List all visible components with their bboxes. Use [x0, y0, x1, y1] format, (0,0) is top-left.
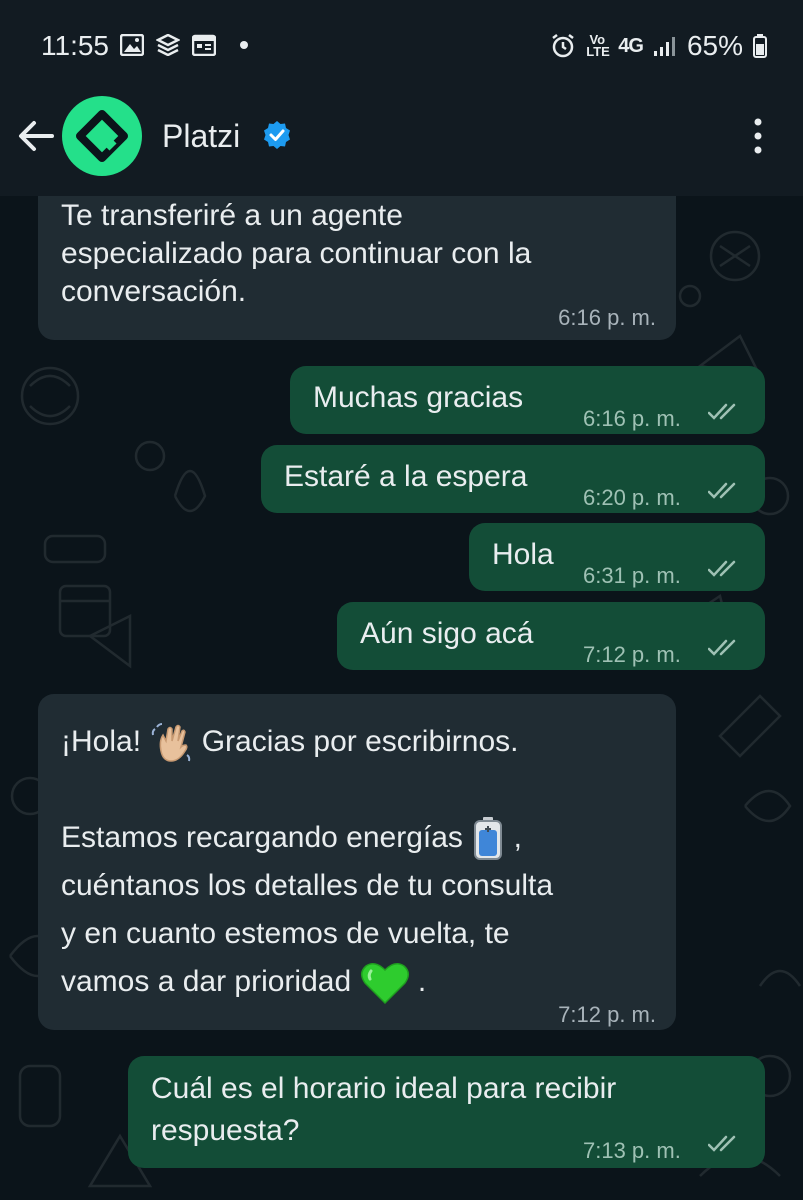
signal-icon [653, 37, 675, 56]
message-time: 6:16 p. m. [558, 305, 656, 330]
green-heart-emoji-icon [360, 963, 409, 1005]
status-notification-icons [120, 34, 248, 56]
read-receipt-icon [708, 403, 736, 420]
message-fragment: . [417, 965, 427, 999]
message-line: y en cuanto estemos de vuelta, te [61, 917, 510, 951]
read-receipt-icon [708, 482, 736, 499]
message-time: 6:31 p. m. [583, 563, 681, 588]
message-time: 6:20 p. m. [583, 485, 681, 510]
message-text: Hola [492, 538, 554, 571]
message-time: 7:12 p. m. [558, 1002, 656, 1027]
message-text: Muchas gracias [313, 381, 524, 414]
message-fragment: vamos a dar prioridad [61, 965, 352, 999]
battery-emoji-icon [474, 817, 503, 861]
status-bar: 11:55 Vo LTE 4G 65% [0, 0, 803, 96]
read-receipt-icon [708, 560, 736, 577]
more-options-icon[interactable] [753, 118, 763, 154]
message-fragment: Gracias por escribirnos. [201, 725, 519, 758]
volte-indicator: Vo LTE [586, 32, 610, 59]
message-line: ¡Hola! Gracias por escribirnos. [61, 718, 671, 766]
status-time: 11:55 [41, 30, 109, 61]
waving-hand-emoji-icon [152, 723, 191, 762]
message-outgoing[interactable]: Hola 6:31 p. m. [469, 523, 765, 591]
gallery-icon [120, 34, 144, 56]
message-outgoing[interactable]: Estaré a la espera 6:20 p. m. [261, 445, 765, 513]
alarm-icon [552, 34, 575, 58]
message-time: 7:13 p. m. [583, 1138, 681, 1163]
platzi-logo-icon [76, 110, 128, 162]
network-type-indicator: 4G [618, 34, 644, 57]
message-time: 7:12 p. m. [583, 642, 681, 667]
message-incoming[interactable]: Te transferiré a un agente especializado… [38, 196, 676, 340]
message-fragment: , [513, 821, 522, 854]
message-outgoing[interactable]: Muchas gracias 6:16 p. m. [290, 366, 765, 434]
message-text: Te transferiré a un agente especializado… [61, 197, 661, 311]
message-line: Cuál es el horario ideal para recibir [151, 1072, 617, 1105]
message-text: ¡Hola! Gracias por escribirnos. Estamos … [61, 718, 671, 1006]
status-system-icons: Vo LTE 4G 65% [550, 30, 767, 62]
message-line: especializado para continuar con la [61, 237, 532, 270]
calendar-icon [192, 34, 216, 56]
contact-name[interactable]: Platzi [162, 118, 240, 155]
message-text: Aún sigo acá [360, 617, 534, 650]
chat-area[interactable]: Te transferiré a un agente especializado… [0, 196, 803, 1200]
back-arrow-icon[interactable] [16, 116, 56, 156]
read-receipt-icon [708, 639, 736, 656]
stack-icon [156, 34, 180, 56]
message-outgoing[interactable]: Cuál es el horario ideal para recibir re… [128, 1056, 765, 1168]
chat-header: Platzi [0, 96, 803, 196]
more-notifications-dot [240, 41, 248, 49]
message-line: cuéntanos los detalles de tu consulta [61, 869, 553, 903]
message-fragment: ¡Hola! [61, 725, 142, 758]
battery-percent: 65% [686, 30, 743, 61]
message-fragment: Estamos recargando energías [61, 821, 463, 854]
message-line: Te transferiré a un agente [61, 199, 403, 232]
message-outgoing[interactable]: Aún sigo acá 7:12 p. m. [337, 602, 765, 670]
contact-avatar[interactable] [62, 96, 142, 176]
message-incoming[interactable]: ¡Hola! Gracias por escribirnos. Estamos … [38, 694, 676, 1030]
read-receipt-icon [708, 1135, 736, 1152]
battery-icon [753, 34, 767, 58]
message-line: Estamos recargando energías , [61, 814, 671, 862]
message-time: 6:16 p. m. [583, 406, 681, 431]
message-text: Estaré a la espera [284, 460, 528, 493]
verified-badge-icon [264, 121, 290, 149]
